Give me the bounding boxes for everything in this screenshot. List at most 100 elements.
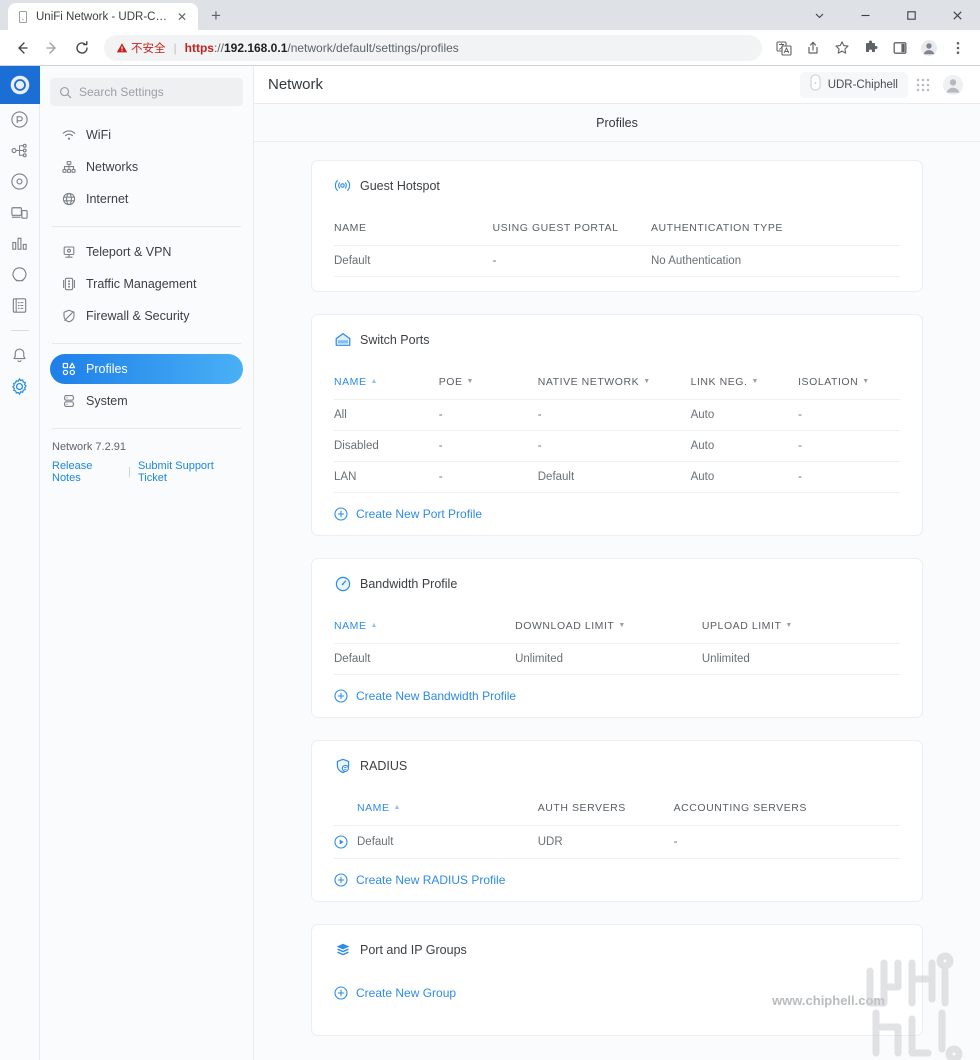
share-icon[interactable] <box>799 34 827 62</box>
switch-ports-table: NAME ▲ POE ▼ NATIVE NETWORK ▼ LINK NEG. ▼ IS… <box>334 376 900 493</box>
rail-item-alerts[interactable] <box>0 340 40 371</box>
play-circle-icon[interactable] <box>334 835 348 849</box>
url-scheme: https <box>184 40 214 55</box>
sidebar-item-networks[interactable]: Networks <box>50 152 243 182</box>
sidebar-item-label: System <box>86 394 128 408</box>
create-link-label: Create New Port Profile <box>356 507 483 521</box>
account-avatar-icon[interactable] <box>938 70 968 100</box>
table-row[interactable]: Default Unlimited Unlimited <box>334 643 900 675</box>
sort-caret-icon: ▲ <box>370 378 379 385</box>
column-header-accounting-servers[interactable]: ACCOUNTING SERVERS <box>674 802 900 826</box>
rail-item-topology[interactable] <box>0 135 40 166</box>
sidebar-item-wifi[interactable]: WiFi <box>50 120 243 150</box>
sidebar-item-profiles[interactable]: Profiles <box>50 354 243 384</box>
app-version: Network 7.2.91 <box>52 441 126 453</box>
link-separator: | <box>128 466 131 478</box>
cell-isolation: - <box>798 461 900 493</box>
create-new-radius-profile-button[interactable]: Create New RADIUS Profile <box>334 873 900 887</box>
sidebar-item-internet[interactable]: Internet <box>50 184 243 214</box>
card-header: Guest Hotspot <box>334 177 900 194</box>
table-row[interactable]: Default - No Authentication <box>334 245 900 277</box>
bookmark-star-icon[interactable] <box>828 34 856 62</box>
column-header-name[interactable]: NAME ▲ <box>334 376 439 400</box>
rail-item-settings[interactable] <box>0 371 40 402</box>
table-row[interactable]: LAN - Default Auto - <box>334 461 900 493</box>
tab-strip: UniFi Network - UDR-Chiphell ✕ + <box>0 0 980 30</box>
rail-item-devices[interactable] <box>0 166 40 197</box>
create-new-port-profile-button[interactable]: Create New Port Profile <box>334 507 900 521</box>
column-header-using-guest-portal[interactable]: USING GUEST PORTAL <box>492 222 650 246</box>
address-bar[interactable]: 不安全 | https://192.168.0.1/network/defaul… <box>104 34 762 61</box>
menu-icon[interactable] <box>944 34 972 62</box>
search-settings-field[interactable]: Search Settings <box>50 78 243 106</box>
release-notes-link[interactable]: Release Notes <box>52 460 121 484</box>
minimize-icon[interactable] <box>842 0 888 30</box>
column-header-poe[interactable]: POE ▼ <box>439 376 538 400</box>
profiles-scroll-area[interactable]: Guest Hotspot NAME USING GUEST PORTAL AU… <box>254 142 980 1060</box>
column-header-upload-limit[interactable]: UPLOAD LIMIT ▼ <box>702 620 900 644</box>
sidepanel-icon[interactable] <box>886 34 914 62</box>
sidebar-item-traffic-management[interactable]: Traffic Management <box>50 269 243 299</box>
rail-item-hotspot[interactable] <box>0 259 40 290</box>
device-selector[interactable]: UDR-Chiphell <box>799 71 908 98</box>
table-header-row: NAME ▲ DOWNLOAD LIMIT ▼ UPLOAD LIMIT ▼ <box>334 620 900 644</box>
browser-window: UniFi Network - UDR-Chiphell ✕ + <box>0 0 980 1060</box>
rail-item-clients[interactable] <box>0 197 40 228</box>
search-input[interactable]: Search Settings <box>79 85 164 99</box>
cell-link-neg: Auto <box>690 399 799 431</box>
create-new-bandwidth-profile-button[interactable]: Create New Bandwidth Profile <box>334 689 900 703</box>
maximize-icon[interactable] <box>888 0 934 30</box>
table-row[interactable]: Default UDR - <box>334 825 900 859</box>
new-tab-button[interactable]: + <box>202 2 230 30</box>
column-header-authentication-type[interactable]: AUTHENTICATION TYPE <box>651 222 900 246</box>
sidebar-item-teleport-vpn[interactable]: Teleport & VPN <box>50 237 243 267</box>
column-header-isolation[interactable]: ISOLATION ▼ <box>798 376 900 400</box>
table-row[interactable]: Disabled - - Auto - <box>334 430 900 462</box>
extensions-icon[interactable] <box>857 34 885 62</box>
plus-circle-icon <box>334 689 348 703</box>
table-row[interactable]: All - - Auto - <box>334 399 900 431</box>
column-header-native-network[interactable]: NATIVE NETWORK ▼ <box>538 376 691 400</box>
cell-authentication-type: No Authentication <box>650 245 900 277</box>
shield-icon <box>61 309 76 323</box>
column-header-link-neg[interactable]: LINK NEG. ▼ <box>691 376 799 400</box>
translate-icon[interactable] <box>770 34 798 62</box>
cell-download-limit: Unlimited <box>515 643 702 675</box>
back-icon[interactable] <box>8 34 36 62</box>
cell-name: Default <box>334 825 538 859</box>
plus-circle-icon <box>334 986 348 1000</box>
unifi-logo[interactable] <box>0 66 40 104</box>
sidebar-item-firewall-security[interactable]: Firewall & Security <box>50 301 243 331</box>
chevron-down-icon[interactable] <box>796 0 842 30</box>
submit-support-ticket-link[interactable]: Submit Support Ticket <box>138 460 241 484</box>
window-close-icon[interactable] <box>934 0 980 30</box>
rail-item-logs[interactable] <box>0 290 40 321</box>
forward-icon[interactable] <box>38 34 66 62</box>
column-header-auth-servers[interactable]: AUTH SERVERS <box>538 802 674 826</box>
apps-grid-icon[interactable] <box>908 70 938 100</box>
url-separator: :// <box>213 40 224 55</box>
radius-shield-icon <box>334 757 351 774</box>
cell-name: LAN <box>334 461 439 493</box>
rail-item-dashboard[interactable] <box>0 104 40 135</box>
cell-using-guest-portal: - <box>492 245 651 277</box>
column-header-download-limit[interactable]: DOWNLOAD LIMIT ▼ <box>515 620 702 644</box>
rail-item-statistics[interactable] <box>0 228 40 259</box>
profile-icon[interactable] <box>915 34 943 62</box>
column-header-name[interactable]: NAME ▲ <box>334 620 515 644</box>
sidebar-item-system[interactable]: System <box>50 386 243 416</box>
teleport-icon <box>61 245 76 259</box>
security-warning-badge[interactable]: 不安全 <box>116 40 166 56</box>
cell-isolation: - <box>798 430 900 462</box>
close-icon[interactable]: ✕ <box>174 9 190 25</box>
networks-icon <box>61 160 76 174</box>
unifi-app: Search Settings WiFi Networks Internet T… <box>0 66 980 1060</box>
browser-tab[interactable]: UniFi Network - UDR-Chiphell ✕ <box>8 3 198 30</box>
sort-caret-icon: ▼ <box>785 622 793 629</box>
reload-icon[interactable] <box>68 34 96 62</box>
column-header-name[interactable]: NAME <box>334 222 492 246</box>
page-title: Profiles <box>596 115 638 130</box>
cell-link-neg: Auto <box>690 461 799 493</box>
watermark-text: www.chiphell.com <box>772 993 885 1008</box>
column-header-name[interactable]: NAME ▲ <box>334 802 538 826</box>
